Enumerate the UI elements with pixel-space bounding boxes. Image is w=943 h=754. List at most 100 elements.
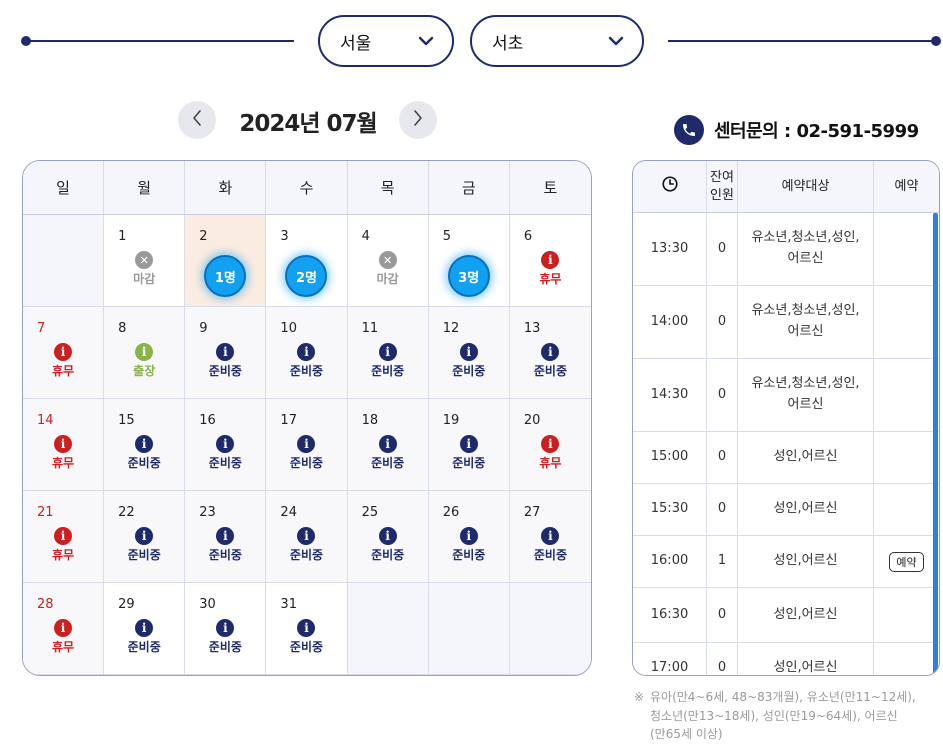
info-icon: i xyxy=(459,527,478,545)
slot-time: 17:00 xyxy=(633,643,707,675)
day-number: 18 xyxy=(361,413,379,428)
weekday-sun: 일 xyxy=(23,161,105,214)
table-scrollbar[interactable] xyxy=(933,213,938,675)
calendar-day-20: 20 i 휴무 xyxy=(509,399,591,491)
day-status-label: 출장 xyxy=(133,364,156,378)
available-slots-badge[interactable]: 3명 xyxy=(447,255,490,297)
day-number: 28 xyxy=(37,597,54,612)
phone-icon xyxy=(674,115,704,145)
day-number: 16 xyxy=(199,413,216,428)
slot-target: 유소년,청소년,성인, 어르신 xyxy=(738,286,874,358)
day-status-label: 휴무 xyxy=(539,272,562,286)
weekday-fri: 금 xyxy=(429,161,510,214)
slot-target-line2: 어르신 xyxy=(787,251,824,266)
day-status-label: 휴무 xyxy=(52,548,75,562)
info-icon: i xyxy=(297,435,316,453)
day-number: 4 xyxy=(361,229,370,244)
slot-target-line1: 유소년,청소년,성인, xyxy=(751,303,860,319)
slot-time: 16:00 xyxy=(633,536,707,587)
reserve-button[interactable]: 예약 xyxy=(889,551,924,572)
calendar-day-8: 8 i 출장 xyxy=(104,307,186,399)
day-number: 21 xyxy=(37,505,54,520)
day-number: 23 xyxy=(199,505,216,520)
calendar-day-30: 30 i 준비중 xyxy=(185,583,267,675)
slot-remaining: 0 xyxy=(707,432,738,483)
calendar-day-14: 14 i 휴무 xyxy=(23,399,105,491)
calendar-day-5[interactable]: 5 3명 xyxy=(428,215,510,307)
day-status: i 준비중 xyxy=(510,343,591,379)
day-status: ✕ 마감 xyxy=(104,251,184,287)
calendar-day-10: 10 i 준비중 xyxy=(266,307,348,399)
slot-reserve-cell xyxy=(874,213,939,285)
info-icon: i xyxy=(216,527,235,545)
calendar-day-21: 21 i 휴무 xyxy=(23,491,105,583)
time-slot-list[interactable]: 13:30 0 유소년,청소년,성인, 어르신 14:00 0 유소년,청소년,성인, 어르신… xyxy=(633,213,939,675)
slot-target: 성인,어르신 xyxy=(738,643,874,675)
day-status-label: 준비중 xyxy=(208,548,242,562)
slot-time: 14:00 xyxy=(633,286,707,358)
district-select[interactable]: 서초 xyxy=(470,15,644,67)
calendar-day-2[interactable]: 2 1명 xyxy=(185,215,267,307)
table-row: 14:30 0 유소년,청소년,성인, 어르신 xyxy=(633,359,939,432)
day-number: 17 xyxy=(280,413,297,428)
calendar-day-3[interactable]: 3 2명 xyxy=(266,215,348,307)
table-row: 16:30 0 성인,어르신 xyxy=(633,588,939,643)
calendar-empty-cell xyxy=(428,583,510,675)
day-status-label: 준비중 xyxy=(289,456,324,470)
calendar-day-26: 26 i 준비중 xyxy=(428,491,510,583)
day-status: i 준비중 xyxy=(348,435,428,471)
city-select-value: 서울 xyxy=(340,33,372,54)
decor-line-left xyxy=(26,40,294,42)
slot-target-line1: 성인,어르신 xyxy=(773,501,838,517)
clock-icon xyxy=(661,175,679,199)
available-slots-badge[interactable]: 1명 xyxy=(204,255,247,297)
day-number: 29 xyxy=(118,597,135,612)
calendar-empty-cell xyxy=(347,583,429,675)
day-number: 12 xyxy=(442,321,460,336)
table-row: 15:00 0 성인,어르신 xyxy=(633,432,939,484)
table-row: 15:30 0 성인,어르신 xyxy=(633,484,939,536)
slot-reserve-cell xyxy=(874,432,939,483)
city-select[interactable]: 서울 xyxy=(318,15,454,67)
day-status-label: 준비중 xyxy=(452,456,486,470)
day-status: i 준비중 xyxy=(429,343,509,379)
info-icon: i xyxy=(135,435,154,453)
day-number: 26 xyxy=(442,505,460,520)
calendar-day-1: 1 ✕ 마감 xyxy=(104,215,186,307)
day-status: i 준비중 xyxy=(185,343,265,379)
slot-target: 성인,어르신 xyxy=(738,432,874,483)
day-status: i 준비중 xyxy=(266,619,346,655)
info-icon: i xyxy=(378,435,397,453)
prev-month-button[interactable] xyxy=(178,101,216,139)
next-month-button[interactable] xyxy=(399,101,437,139)
info-icon: i xyxy=(135,527,154,545)
calendar-day-25: 25 i 준비중 xyxy=(347,491,429,583)
info-icon: i xyxy=(135,619,154,637)
day-status: i 준비중 xyxy=(185,619,265,655)
table-row: 13:30 0 유소년,청소년,성인, 어르신 xyxy=(633,213,939,286)
info-icon: i xyxy=(541,251,560,269)
info-icon: i xyxy=(297,527,316,545)
slot-time: 13:30 xyxy=(633,213,707,285)
calendar-day-18: 18 i 준비중 xyxy=(347,399,429,491)
region-selector-bar: 서울 서초 xyxy=(0,0,943,80)
decor-dot-right xyxy=(931,36,941,46)
calendar-day-23: 23 i 준비중 xyxy=(185,491,267,583)
available-slots-badge[interactable]: 2명 xyxy=(285,255,328,297)
day-status: i 휴무 xyxy=(23,619,103,655)
calendar-day-11: 11 i 준비중 xyxy=(347,307,429,399)
calendar-day-12: 12 i 준비중 xyxy=(428,307,510,399)
day-number: 22 xyxy=(118,505,135,520)
day-status: i 준비중 xyxy=(104,527,184,563)
slot-target-line1: 성인,어르신 xyxy=(773,449,838,465)
day-status-label: 준비중 xyxy=(127,640,161,654)
slot-time: 15:30 xyxy=(633,484,707,535)
info-icon: i xyxy=(541,527,560,545)
day-number: 15 xyxy=(118,413,135,428)
slot-target-line2: 어르신 xyxy=(787,397,824,412)
day-status: i 휴무 xyxy=(510,435,591,471)
slot-time: 15:00 xyxy=(633,432,707,483)
calendar-day-22: 22 i 준비중 xyxy=(104,491,186,583)
slot-remaining: 0 xyxy=(707,359,738,431)
info-icon: i xyxy=(54,527,73,545)
